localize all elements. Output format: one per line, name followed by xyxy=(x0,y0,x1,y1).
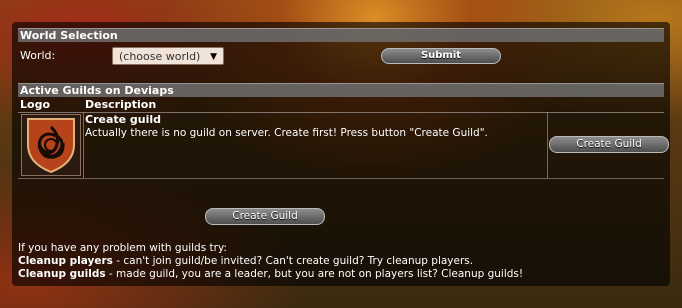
world-select[interactable]: (choose world) ▼ xyxy=(112,47,224,65)
world-selection-row: World: (choose world) ▼ Submit xyxy=(18,45,664,67)
help-cleanup-guilds: Cleanup guilds - made guild, you are a l… xyxy=(18,268,664,281)
world-label: World: xyxy=(20,49,56,62)
cleanup-players-desc: - can't join guild/be invited? Can't cre… xyxy=(112,255,474,267)
help-text: If you have any problem with guilds try:… xyxy=(18,242,664,281)
help-intro: If you have any problem with guilds try: xyxy=(18,242,227,254)
column-logo: Logo xyxy=(20,98,50,111)
chevron-down-icon: ▼ xyxy=(210,52,217,62)
celtic-knot-shield-icon xyxy=(27,118,75,174)
submit-button[interactable]: Submit xyxy=(381,48,501,64)
help-cleanup-players: Cleanup players - can't join guild/be in… xyxy=(18,255,664,268)
guilds-panel: World Selection World: (choose world) ▼ … xyxy=(12,22,670,286)
create-guild-row-button[interactable]: Create Guild xyxy=(549,136,669,153)
guild-table-header: Logo Description xyxy=(18,98,664,113)
guild-logo xyxy=(21,114,81,176)
column-divider xyxy=(547,112,548,178)
world-select-value: (choose world) xyxy=(119,50,201,63)
guild-description: Actually there is no guild on server. Cr… xyxy=(85,127,488,139)
column-description: Description xyxy=(85,98,157,111)
world-selection-header: World Selection xyxy=(18,28,664,42)
create-guild-button[interactable]: Create Guild xyxy=(205,208,325,225)
column-divider xyxy=(83,112,84,178)
cleanup-players-link[interactable]: Cleanup players xyxy=(18,255,113,267)
cleanup-guilds-desc: - made guild, you are a leader, but you … xyxy=(105,268,524,280)
guild-name: Create guild xyxy=(85,113,162,126)
table-row: Create guild Actually there is no guild … xyxy=(18,112,669,179)
active-guilds-header: Active Guilds on Deviaps xyxy=(18,83,664,97)
cleanup-guilds-link[interactable]: Cleanup guilds xyxy=(18,268,106,280)
